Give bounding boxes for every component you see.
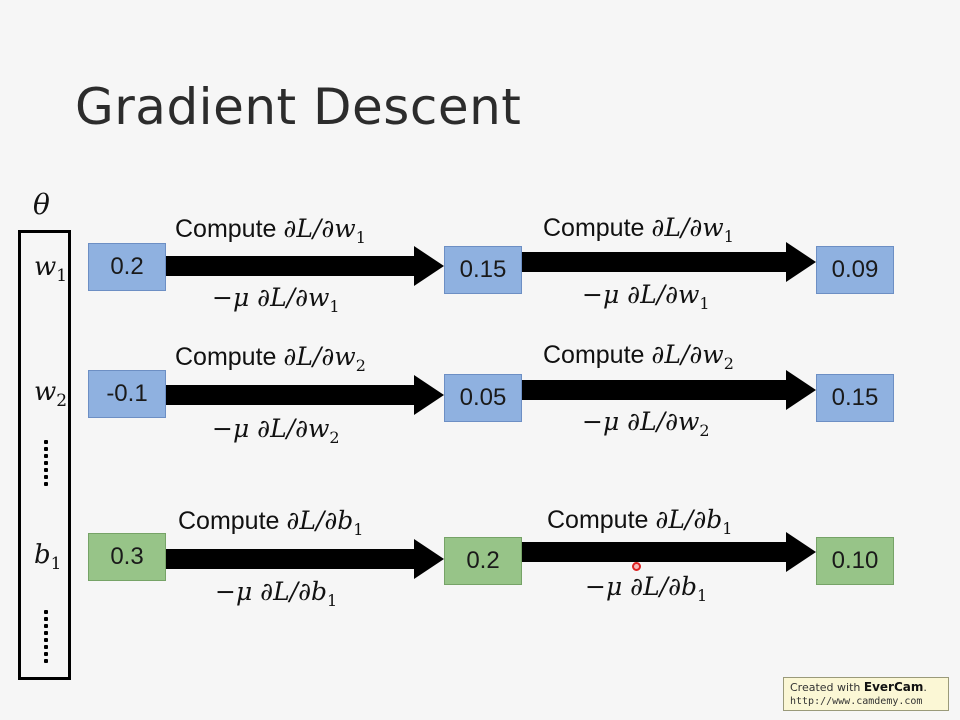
compute-label-b1-step2: Compute ∂L/∂b1 (547, 505, 733, 538)
update-label-b1-step2: −μ ∂L/∂b1 (585, 572, 708, 605)
arrow-w1-step2 (522, 242, 816, 282)
ellipsis-dots-lower (44, 610, 50, 663)
arrow-w2-step1 (166, 375, 444, 415)
value-box-w2-step1: 0.05 (444, 374, 522, 422)
arrow-w2-step2 (522, 370, 816, 410)
compute-label-w1-step2: Compute ∂L/∂w1 (543, 213, 734, 246)
param-w2-label: w2 (34, 377, 68, 412)
value-box-w1-step0: 0.2 (88, 243, 166, 291)
value-box-w1-step2: 0.09 (816, 246, 894, 294)
update-label-b1-step1: −μ ∂L/∂b1 (215, 577, 338, 610)
evercam-watermark[interactable]: Created with EverCam. http://www.camdemy… (783, 677, 949, 711)
value-box-b1-step1: 0.2 (444, 537, 522, 585)
compute-label-w1-step1: Compute ∂L/∂w1 (175, 214, 366, 247)
value-box-w2-step2: 0.15 (816, 374, 894, 422)
update-label-w1-step2: −μ ∂L/∂w1 (582, 280, 710, 313)
value-box-b1-step2: 0.10 (816, 537, 894, 585)
param-w1-label: w1 (34, 252, 68, 287)
arrow-b1-step1 (166, 539, 444, 579)
update-label-w1-step1: −μ ∂L/∂w1 (212, 283, 340, 316)
value-box-w2-step0: -0.1 (88, 370, 166, 418)
mouse-pointer-indicator (632, 562, 641, 571)
compute-label-w2-step2: Compute ∂L/∂w2 (543, 340, 734, 373)
param-b1-label: b1 (34, 540, 62, 575)
theta-label: θ (33, 188, 50, 221)
update-label-w2-step1: −μ ∂L/∂w2 (212, 414, 340, 447)
compute-label-b1-step1: Compute ∂L/∂b1 (178, 506, 364, 539)
slide-title: Gradient Descent (75, 78, 522, 136)
arrow-b1-step2 (522, 532, 816, 572)
compute-label-w2-step1: Compute ∂L/∂w2 (175, 342, 366, 375)
watermark-brand: EverCam (863, 680, 924, 694)
update-label-w2-step2: −μ ∂L/∂w2 (582, 407, 710, 440)
watermark-url[interactable]: http://www.camdemy.com (790, 695, 942, 709)
value-box-w1-step1: 0.15 (444, 246, 522, 294)
arrow-w1-step1 (166, 246, 444, 286)
value-box-b1-step0: 0.3 (88, 533, 166, 581)
ellipsis-dots-upper (44, 440, 50, 486)
